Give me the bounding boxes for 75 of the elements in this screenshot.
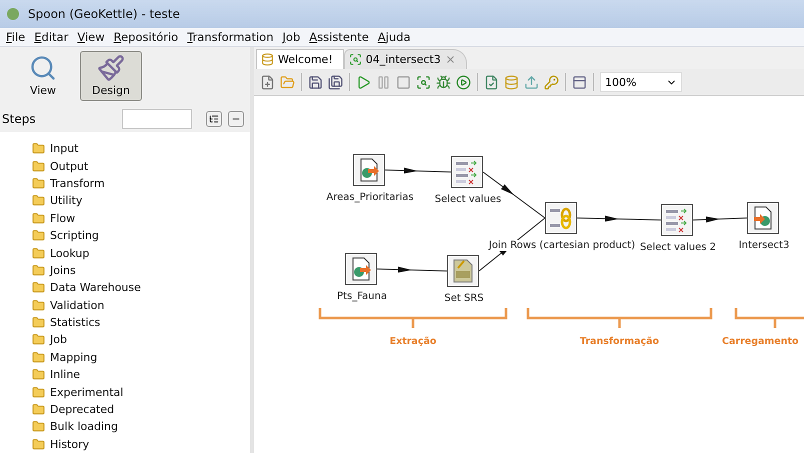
folder-item[interactable]: Bulk loading: [50, 420, 118, 434]
hop-arrow: [384, 168, 452, 174]
menu-item[interactable]: Repositório: [114, 30, 178, 44]
folder-item[interactable]: Job: [50, 333, 67, 346]
collapse-button[interactable]: [228, 111, 244, 128]
folder-item[interactable]: Deprecated: [50, 403, 114, 416]
menu-item[interactable]: Assistente: [309, 30, 369, 44]
hop-arrow: [376, 266, 448, 273]
menu-item[interactable]: File: [6, 30, 26, 44]
phase-label: Transformação: [580, 336, 660, 347]
expand-button[interactable]: [206, 111, 222, 128]
step-label: Select values 2: [640, 242, 716, 253]
toolbar-icon[interactable]: [436, 74, 451, 90]
app-icon: [6, 7, 20, 21]
steps-label: Steps: [2, 112, 37, 126]
folder-item[interactable]: Joins: [50, 264, 76, 277]
folder-item[interactable]: Statistics: [50, 316, 100, 330]
toolbar-icon[interactable]: [308, 74, 323, 90]
paintbrush-icon: [97, 54, 125, 82]
toolbar-icon[interactable]: [484, 74, 499, 90]
tab-label: 04_intersect3: [366, 53, 441, 66]
folder-item[interactable]: Experimental: [50, 386, 124, 399]
tab-label: Welcome!: [278, 53, 333, 66]
step-label: Areas_Prioritarias: [326, 192, 414, 203]
step-node[interactable]: [345, 253, 377, 285]
toolbar-icon[interactable]: [416, 74, 431, 90]
step-label: Intersect3: [738, 240, 790, 251]
folder-item[interactable]: Flow: [50, 212, 76, 225]
folder-item[interactable]: Utility: [50, 194, 82, 208]
close-icon[interactable]: [444, 54, 456, 65]
perspective-button[interactable]: View: [12, 51, 74, 101]
hop-arrow: [692, 216, 748, 223]
folder-item[interactable]: Lookup: [50, 246, 90, 260]
step-label: Join Rows (cartesian product): [488, 240, 636, 251]
editor-tab[interactable]: 04_intersect3: [344, 49, 467, 69]
steps-search-field[interactable]: [122, 109, 192, 130]
transformation-icon: [348, 53, 362, 66]
window-title: Spoon (GeoKettle) - teste: [28, 7, 180, 21]
menu-item[interactable]: Editar: [34, 30, 68, 44]
perspective-button[interactable]: Design: [80, 51, 142, 101]
folder-item[interactable]: Data Warehouse: [50, 281, 141, 294]
toolbar-icon[interactable]: [260, 74, 275, 90]
toolbar-icon[interactable]: [572, 74, 587, 90]
folder-item[interactable]: Mapping: [50, 350, 98, 364]
zoom-dropdown[interactable]: 100%: [600, 72, 682, 92]
folder-item[interactable]: Validation: [50, 298, 104, 312]
folder-item[interactable]: Input: [50, 142, 78, 156]
menu-item[interactable]: View: [77, 30, 105, 44]
toolbar-icon[interactable]: [328, 74, 343, 90]
step-label: Select values: [434, 194, 502, 205]
step-node[interactable]: [661, 204, 693, 236]
phase-bracket: [734, 306, 804, 330]
phase-label: Extração: [390, 336, 436, 347]
search-icon: [29, 54, 57, 82]
step-label: Set SRS: [444, 293, 484, 304]
step-node[interactable]: [447, 255, 479, 287]
toolbar-icon[interactable]: [356, 74, 371, 90]
toolbar-icon[interactable]: [456, 74, 471, 90]
folder-item[interactable]: Transform: [50, 176, 105, 190]
tree-icon: [209, 114, 219, 124]
chain-link-icon: [548, 205, 574, 231]
phase-label: Carregamento: [722, 336, 799, 347]
step-node[interactable]: [451, 156, 483, 188]
step-node[interactable]: [747, 202, 779, 234]
folder-item[interactable]: Output: [50, 160, 88, 173]
step-label: Pts_Fauna: [337, 291, 387, 302]
folder-item[interactable]: Scripting: [50, 229, 99, 242]
folder-item[interactable]: History: [50, 438, 90, 451]
step-node[interactable]: [353, 154, 385, 186]
folder-item[interactable]: Inline: [50, 368, 80, 382]
menu-item[interactable]: Transformation: [187, 30, 274, 44]
menu-item[interactable]: Job: [282, 30, 300, 44]
editor-tab[interactable]: Welcome!: [256, 49, 344, 69]
step-node[interactable]: [545, 202, 577, 234]
menu-item[interactable]: Ajuda: [378, 30, 410, 44]
